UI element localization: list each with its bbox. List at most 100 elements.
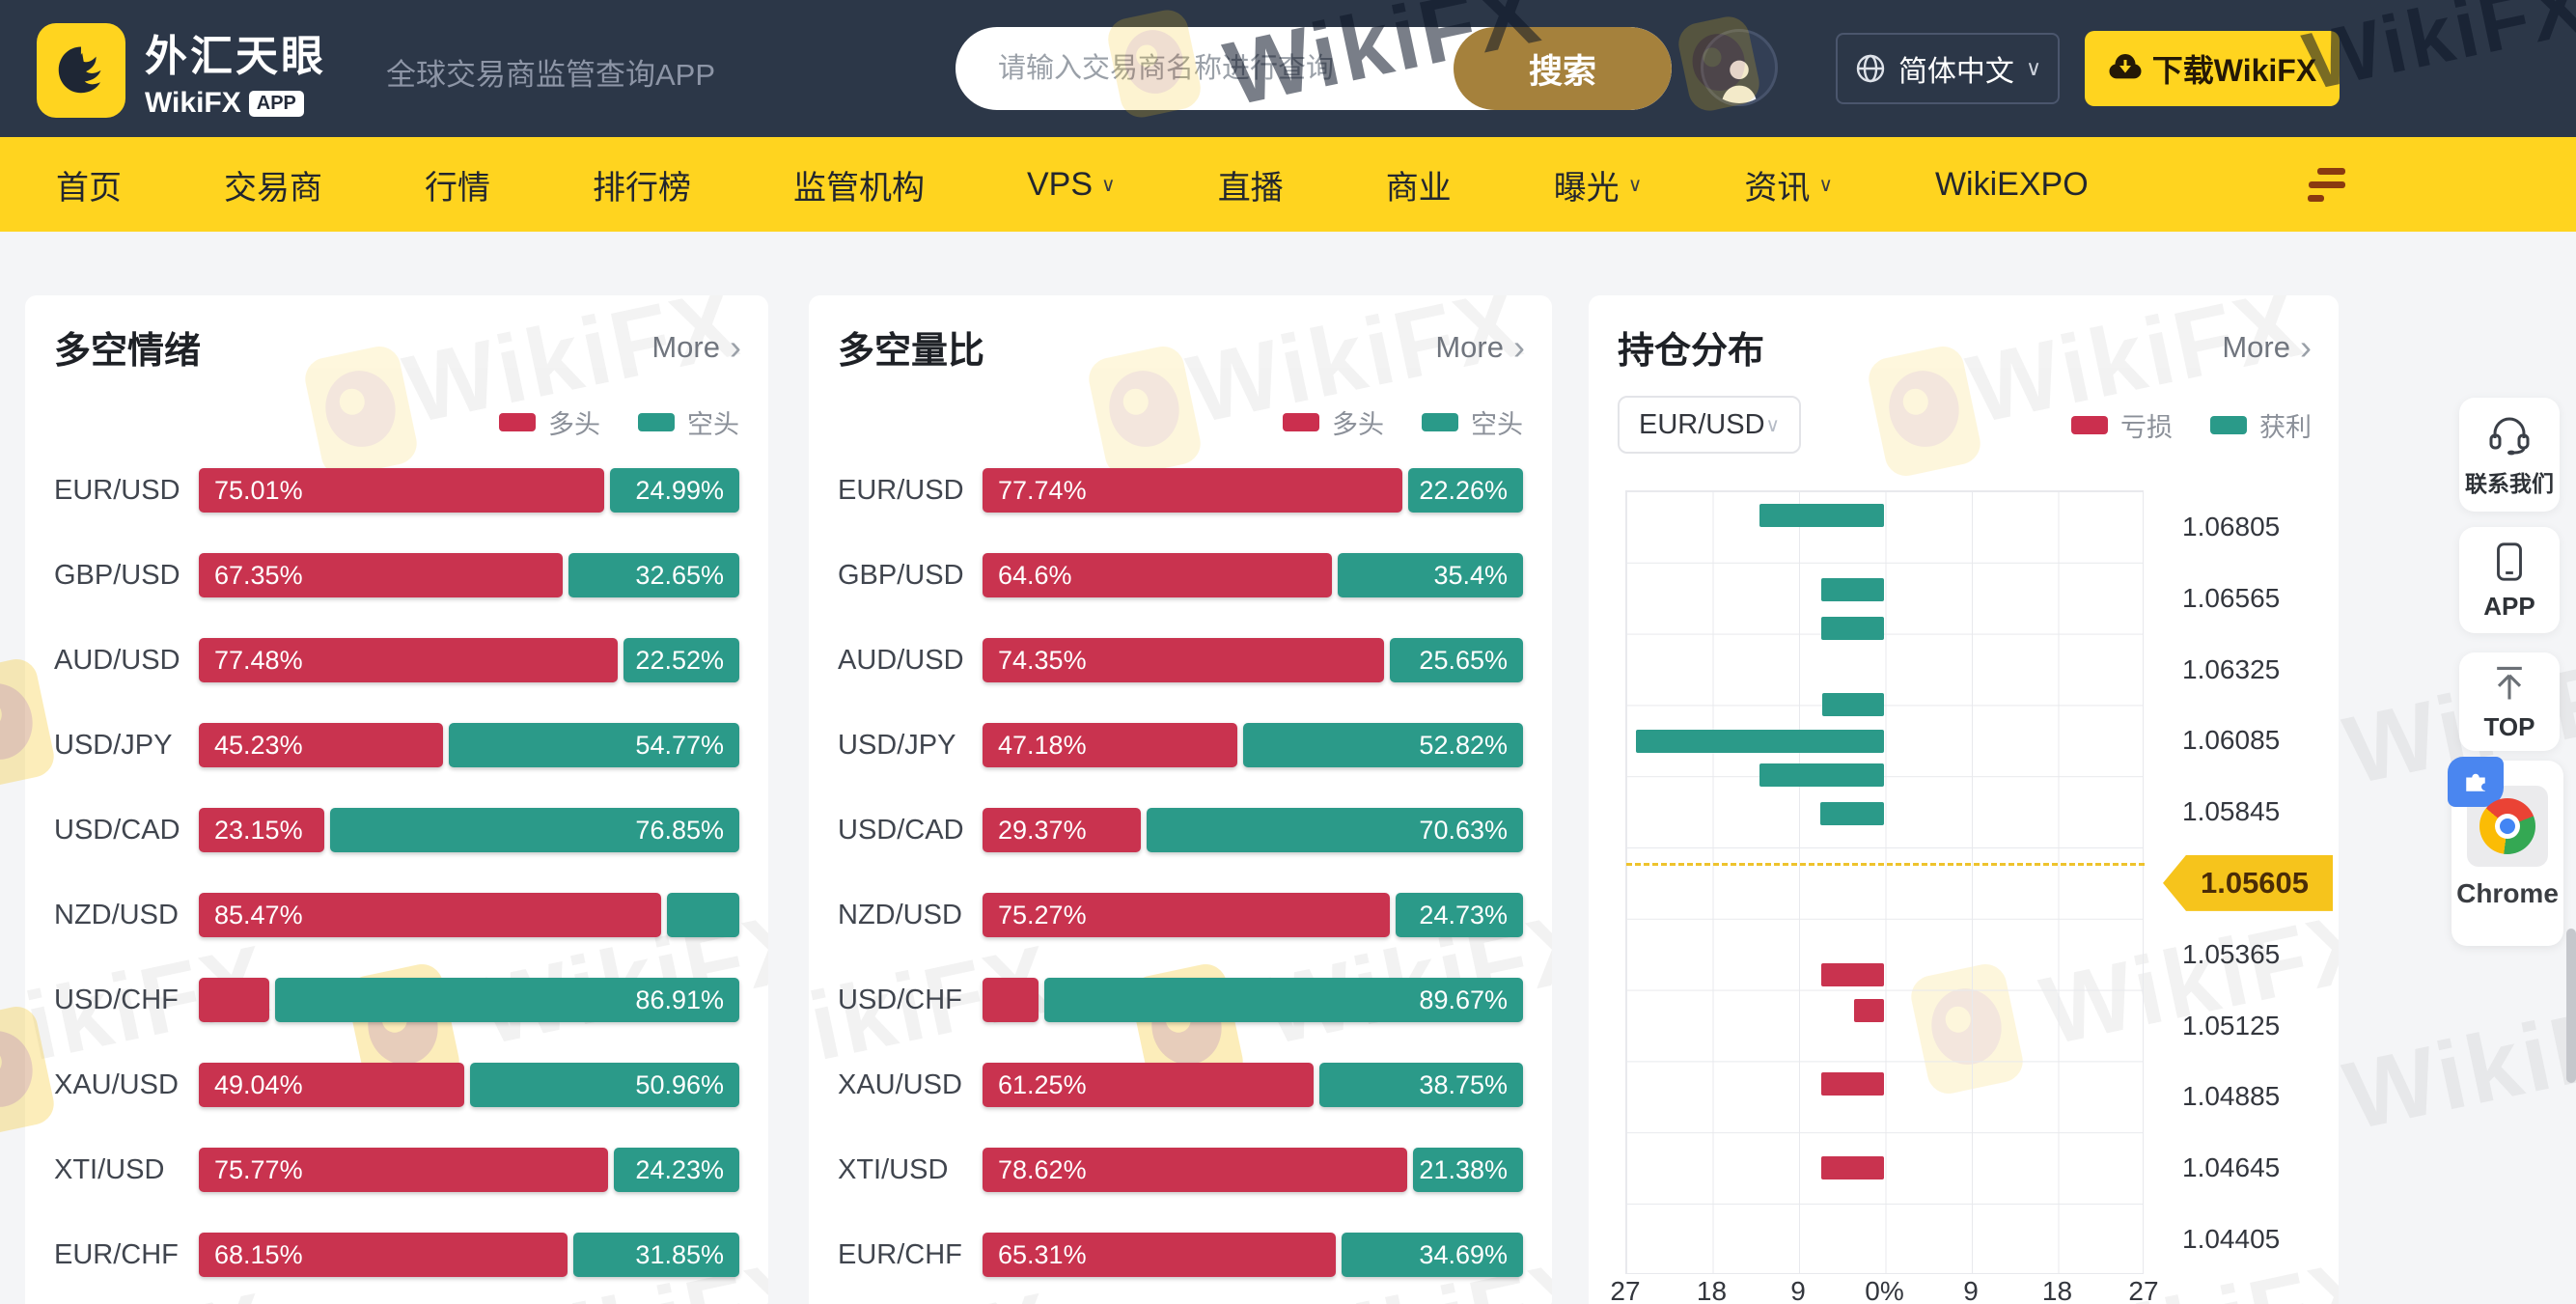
short-bar: 38.75% — [1319, 1063, 1523, 1107]
page-scrollbar[interactable] — [2566, 929, 2576, 1083]
chevron-down-icon: ∨ — [1818, 173, 1833, 197]
pair-row: XAU/USD 49.04% 50.96% — [25, 1042, 768, 1127]
long-bar: 77.74% — [983, 468, 1402, 513]
short-value: 24.73% — [1419, 901, 1508, 930]
pair-row: NZD/USD 75.27% 24.73% — [809, 873, 1552, 957]
price-label: 1.06805 — [2182, 512, 2339, 542]
logo-cn: 外汇天眼 — [145, 21, 326, 83]
header: 外汇天眼 WikiFX APP 全球交易商监管查询APP 搜索 简体中文 ∨ 下… — [0, 0, 2576, 137]
ratio-track: 86.91% — [199, 978, 739, 1022]
panel-title: 持仓分布 — [1618, 320, 1764, 374]
logo-en: WikiFX APP — [145, 87, 326, 120]
position-bar-profit — [1821, 578, 1884, 601]
ratio-track: 47.18% 52.82% — [983, 723, 1523, 767]
pair-label: GBP/USD — [838, 560, 983, 592]
chrome-extension-card[interactable]: Chrome — [2451, 761, 2563, 946]
pair-label: USD/JPY — [838, 730, 983, 762]
short-value: 38.75% — [1419, 1070, 1508, 1100]
price-label: 1.04645 — [2182, 1152, 2339, 1183]
ratio-track: 64.6% 35.4% — [983, 553, 1523, 597]
app-device-icon — [2487, 540, 2532, 584]
pair-label: GBP/USD — [54, 560, 199, 592]
nav-item[interactable]: 监管机构 ∨ — [793, 161, 925, 208]
pair-row: AUD/USD 77.48% 22.52% — [25, 618, 768, 703]
download-wikifx-button[interactable]: 下载WikiFX — [2085, 31, 2340, 106]
globe-icon — [1854, 52, 1887, 85]
short-value: 32.65% — [635, 561, 724, 591]
nav-item[interactable]: 直播 ∨ — [1218, 161, 1284, 208]
short-value: 35.4% — [1433, 561, 1508, 591]
long-bar: 65.31% — [983, 1233, 1336, 1277]
language-selector[interactable]: 简体中文 ∨ — [1836, 33, 2060, 104]
legend: 多头 空头 — [499, 403, 739, 441]
long-bar: 75.77% — [199, 1148, 608, 1192]
pair-row: USD/CHF 89.67% — [809, 957, 1552, 1042]
more-link[interactable]: More › — [2222, 327, 2312, 368]
nav-item[interactable]: 资讯 ∨ — [1744, 161, 1833, 208]
short-bar — [667, 893, 739, 937]
nav-item[interactable]: 交易商 ∨ — [224, 161, 322, 208]
pair-row: AUD/USD 74.35% 25.65% — [809, 618, 1552, 703]
ratio-track: 23.15% 76.85% — [199, 808, 739, 852]
more-link[interactable]: More › — [1435, 327, 1525, 368]
nav-item-label: 监管机构 — [793, 161, 925, 208]
legend-profit-label: 获利 — [2259, 406, 2312, 444]
loss-swatch — [2071, 416, 2108, 434]
nav-item[interactable]: VPS ∨ — [1027, 166, 1116, 204]
long-value: 74.35% — [998, 646, 1087, 676]
more-link[interactable]: More › — [651, 327, 741, 368]
nav-item[interactable]: 行情 ∨ — [425, 161, 490, 208]
nav-item-label: WikiEXPO — [1935, 166, 2089, 204]
instrument-selector[interactable]: EUR/USD ∨ — [1618, 396, 1801, 454]
position-bar-profit — [1759, 504, 1884, 527]
site-logo[interactable]: 外汇天眼 WikiFX APP — [37, 21, 326, 120]
more-label: More — [2222, 330, 2290, 365]
contact-us-button[interactable]: 联系我们 — [2459, 398, 2560, 512]
long-bar: 68.15% — [199, 1233, 568, 1277]
pair-label: USD/CAD — [838, 815, 983, 846]
long-value: 75.77% — [214, 1155, 303, 1185]
back-to-top-button[interactable]: TOP — [2459, 652, 2560, 751]
pair-label: XTI/USD — [54, 1154, 199, 1186]
long-bar: 29.37% — [983, 808, 1141, 852]
nav-item-label: 交易商 — [224, 161, 322, 208]
short-bar: 76.85% — [330, 808, 739, 852]
long-bar: 67.35% — [199, 553, 563, 597]
nav-item[interactable]: WikiEXPO ∨ — [1935, 166, 2089, 204]
short-swatch — [1422, 413, 1458, 431]
nav-menu-icon[interactable] — [2305, 168, 2345, 202]
short-bar: 34.69% — [1342, 1233, 1523, 1277]
app-button[interactable]: APP — [2459, 527, 2560, 633]
search-button[interactable]: 搜索 — [1454, 27, 1672, 110]
nav-item-label: 商业 — [1386, 161, 1452, 208]
logo-text: 外汇天眼 WikiFX APP — [145, 21, 326, 120]
price-label: 1.06085 — [2182, 725, 2339, 756]
positions-chart-plot: 1.068051.065651.063251.060851.058451.056… — [1625, 490, 2144, 1274]
pair-row: EUR/USD 75.01% 24.99% — [25, 448, 768, 533]
long-bar: 64.6% — [983, 553, 1332, 597]
pair-row: EUR/CHF 68.15% 31.85% — [25, 1212, 768, 1297]
short-bar: 89.67% — [1044, 978, 1523, 1022]
pair-row: USD/JPY 45.23% 54.77% — [25, 703, 768, 788]
nav-item[interactable]: 首页 ∨ — [56, 161, 122, 208]
legend-loss-label: 亏损 — [2120, 406, 2173, 444]
long-bar: 77.48% — [199, 638, 618, 682]
position-bar-profit — [1821, 617, 1884, 640]
more-label: More — [651, 330, 720, 365]
more-label: More — [1435, 330, 1504, 365]
short-bar: 52.82% — [1243, 723, 1523, 767]
user-avatar[interactable] — [1701, 29, 1778, 106]
volume-panel: WikiFX WikiFX WikiFX WikiFX WikiFX 多空量比 … — [809, 295, 1552, 1304]
nav-item[interactable]: 曝光 ∨ — [1554, 161, 1643, 208]
search-input[interactable] — [956, 53, 1454, 85]
legend-short-label: 空头 — [687, 403, 739, 441]
short-value: 31.85% — [635, 1240, 724, 1270]
long-value: 29.37% — [998, 816, 1087, 846]
nav-item[interactable]: 排行榜 ∨ — [593, 161, 691, 208]
panel-title: 多空情绪 — [54, 320, 201, 374]
short-value: 21.38% — [1419, 1155, 1508, 1185]
nav-item[interactable]: 商业 ∨ — [1386, 161, 1452, 208]
download-label: 下载WikiFX — [2152, 46, 2316, 91]
nav-item-label: 资讯 — [1744, 161, 1810, 208]
price-label: 1.04885 — [2182, 1081, 2339, 1112]
